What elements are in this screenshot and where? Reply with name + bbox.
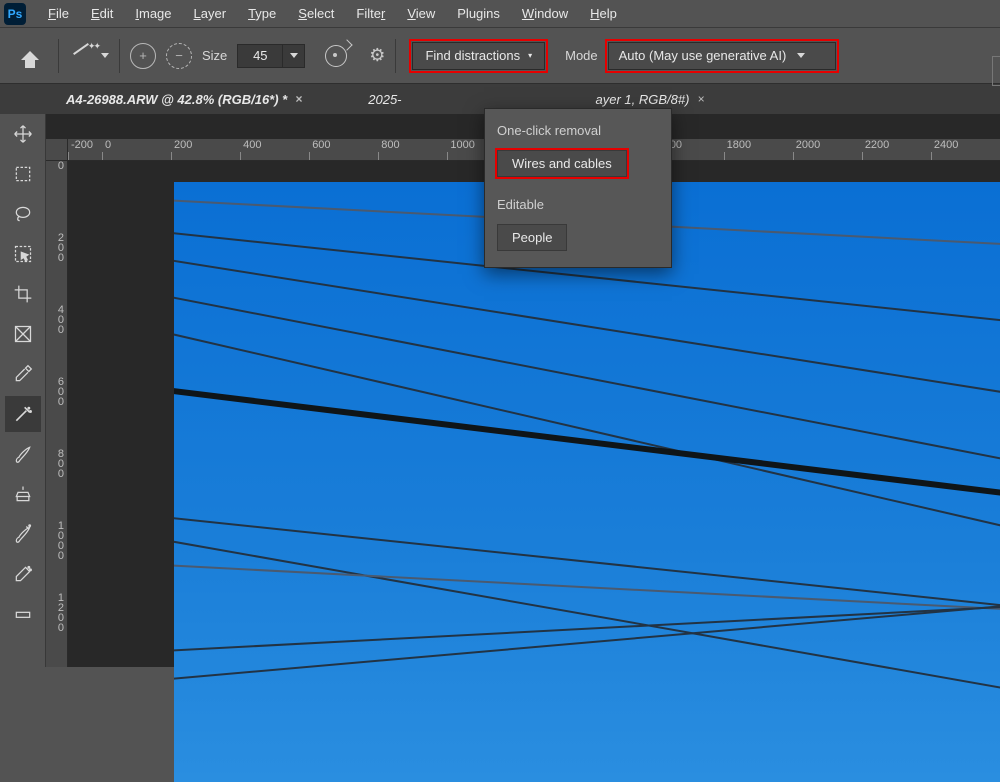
ruler-tick: -200 <box>68 139 102 160</box>
clipped-bracket-icon <box>992 56 1000 86</box>
find-distractions-dropdown: One-click removal Wires and cables Edita… <box>484 108 672 268</box>
home-icon <box>21 51 39 60</box>
menu-edit[interactable]: Edit <box>81 3 123 24</box>
object-selection-tool[interactable] <box>5 236 41 272</box>
canvas-content <box>174 287 1000 499</box>
ruler-tick: 200 <box>171 139 240 160</box>
ruler-tick: 0 <box>46 161 67 233</box>
dropdown-section-label: Editable <box>497 197 659 212</box>
dropdown-section-label: One-click removal <box>497 123 659 138</box>
chevron-down-icon <box>797 53 805 58</box>
canvas[interactable] <box>174 182 1000 782</box>
subtract-brush-button[interactable]: − <box>166 43 192 69</box>
menu-image[interactable]: Image <box>125 3 181 24</box>
separator <box>395 39 396 73</box>
menu-layer[interactable]: Layer <box>184 3 237 24</box>
remove-tool-icon <box>69 45 97 67</box>
ruler-tick: 1200 <box>46 593 67 665</box>
clone-stamp-tool[interactable] <box>5 476 41 512</box>
mode-select[interactable]: Auto (May use generative AI) <box>608 42 836 70</box>
home-button[interactable] <box>12 38 48 74</box>
ruler-tick: 600 <box>46 377 67 449</box>
brush-size-input[interactable] <box>237 44 283 68</box>
menubar: Ps FFileile Edit Image Layer Type Select… <box>0 0 1000 28</box>
ruler-tick: 400 <box>240 139 309 160</box>
ruler-tick: 800 <box>46 449 67 521</box>
eraser-tool[interactable] <box>5 556 41 592</box>
tool-preset-picker[interactable] <box>69 45 109 67</box>
menu-file[interactable]: FFileile <box>38 3 79 24</box>
ruler-tick: 1800 <box>724 139 793 160</box>
app-logo: Ps <box>4 3 26 25</box>
ruler-tick: 2000 <box>793 139 862 160</box>
menu-type[interactable]: Type <box>238 3 286 24</box>
gear-icon[interactable]: ⚙ <box>369 45 385 66</box>
ruler-tick: 600 <box>309 139 378 160</box>
ruler-tick: 800 <box>378 139 447 160</box>
tab-title: A4-26988.ARW @ 42.8% (RGB/16*) * <box>66 92 287 107</box>
remove-tool[interactable] <box>5 396 41 432</box>
tab-title-suffix: ayer 1, RGB/8#) <box>596 92 690 107</box>
ruler-tick: 2200 <box>862 139 931 160</box>
crop-tool[interactable] <box>5 276 41 312</box>
vertical-ruler[interactable]: 0 200 400 600 800 1000 1200 <box>46 161 68 667</box>
options-bar: + − Size ⚙ Find distractions ▾ Mode Auto… <box>0 28 1000 84</box>
brush-size-dropdown[interactable] <box>283 44 305 68</box>
canvas-content <box>174 322 1000 571</box>
close-icon[interactable]: × <box>697 92 704 106</box>
people-button[interactable]: People <box>497 224 567 251</box>
menu-select[interactable]: Select <box>288 3 344 24</box>
sample-all-layers-icon[interactable] <box>325 45 347 67</box>
lasso-tool[interactable] <box>5 196 41 232</box>
mode-label: Mode <box>565 48 598 63</box>
tools-panel <box>0 114 46 667</box>
ruler-tick: 0 <box>102 139 171 160</box>
separator <box>119 39 120 73</box>
gradient-tool[interactable] <box>5 596 41 632</box>
ruler-tick: 1000 <box>46 521 67 593</box>
canvas-content <box>174 252 1000 426</box>
chevron-down-icon <box>101 53 109 58</box>
dropdown-caret-icon: ▾ <box>528 51 532 60</box>
ruler-tick: 200 <box>46 233 67 305</box>
mode-value: Auto (May use generative AI) <box>619 48 787 63</box>
marquee-tool[interactable] <box>5 156 41 192</box>
menu-window[interactable]: Window <box>512 3 578 24</box>
menu-filter[interactable]: Filter <box>346 3 395 24</box>
brush-tool[interactable] <box>5 436 41 472</box>
find-distractions-label: Find distractions <box>425 48 520 63</box>
chevron-down-icon <box>290 53 298 58</box>
tab-title-prefix: 2025- <box>368 92 401 107</box>
document-tab-2[interactable]: 2025- ayer 1, RGB/8#) × <box>368 92 704 107</box>
history-brush-tool[interactable] <box>5 516 41 552</box>
menu-view[interactable]: View <box>397 3 445 24</box>
canvas-content <box>174 382 1000 522</box>
document-tab-1[interactable]: A4-26988.ARW @ 42.8% (RGB/16*) * × <box>66 92 302 107</box>
menu-help[interactable]: Help <box>580 3 627 24</box>
size-label: Size <box>202 48 227 63</box>
find-distractions-button[interactable]: Find distractions ▾ <box>412 42 545 70</box>
wires-and-cables-button[interactable]: Wires and cables <box>497 150 627 177</box>
move-tool[interactable] <box>5 116 41 152</box>
frame-tool[interactable] <box>5 316 41 352</box>
ruler-tick: 2400 <box>931 139 1000 160</box>
add-brush-button[interactable]: + <box>130 43 156 69</box>
separator <box>58 39 59 73</box>
ruler-origin[interactable] <box>46 139 68 161</box>
close-icon[interactable]: × <box>295 92 302 106</box>
eyedropper-tool[interactable] <box>5 356 41 392</box>
menu-plugins[interactable]: Plugins <box>447 3 510 24</box>
ruler-tick: 400 <box>46 305 67 377</box>
